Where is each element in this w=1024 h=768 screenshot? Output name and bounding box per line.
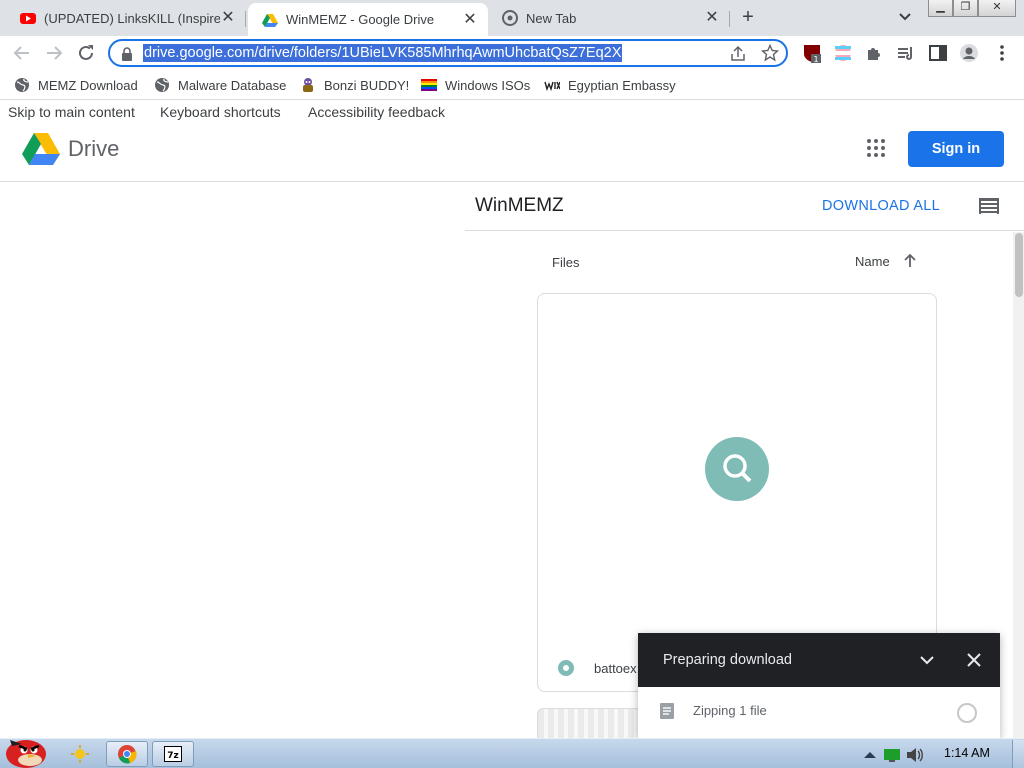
folder-title: WinMEMZ [475,195,564,216]
drive-header: Drive Sign in [0,124,1024,182]
wix-icon [544,81,560,92]
bookmark-label: MEMZ Download [38,77,138,93]
close-window-button[interactable]: ✕ [978,0,1016,17]
kebab-menu-icon[interactable] [992,43,1012,63]
url-text[interactable]: drive.google.com/drive/folders/1UBieLVK5… [143,44,623,62]
globe-icon [155,78,169,92]
skip-to-main-link[interactable]: Skip to main content [8,104,135,122]
star-icon[interactable] [761,44,779,62]
bookmark-memz-download[interactable]: MEMZ Download [14,76,138,94]
tab-youtube[interactable]: (UPDATED) LinksKILL (Inspired ✕ [6,3,246,33]
tab-close-button[interactable]: ✕ [220,10,236,26]
close-icon[interactable] [965,651,983,669]
tab-close-button[interactable]: ✕ [704,10,720,26]
globe-icon [15,78,29,92]
ublock-origin-icon[interactable]: 1 [802,43,822,63]
address-bar[interactable]: drive.google.com/drive/folders/1UBieLVK5… [108,39,788,67]
reload-icon[interactable] [74,41,98,65]
list-view-icon[interactable] [979,197,999,215]
tab-google-drive[interactable]: WinMEMZ - Google Drive ✕ [248,3,488,36]
taskbar-chrome-button[interactable] [106,741,148,767]
bookmark-label: Egyptian Embassy [568,77,676,93]
back-icon[interactable] [10,41,34,65]
scrollbar-thumb[interactable] [1015,233,1023,297]
ublock-badge: 1 [813,55,818,63]
bookmark-label: Malware Database [178,77,287,93]
tab-close-button[interactable]: ✕ [462,11,478,28]
file-preview-placeholder [705,437,769,501]
chrome-icon [118,745,137,764]
network-icon[interactable] [882,745,902,765]
forward-icon[interactable] [42,41,66,65]
youtube-icon [20,13,36,24]
maximize-button[interactable]: ❐ [953,0,978,17]
show-desktop-button[interactable] [1012,740,1024,768]
file-card-thumbnail[interactable] [537,708,641,738]
download-panel-header: Preparing download [638,633,1000,687]
share-icon[interactable] [729,45,747,63]
media-control-icon[interactable] [896,43,916,63]
google-drive-icon [262,13,278,27]
pride-extension-icon[interactable] [833,43,853,63]
new-tab-button[interactable]: + [737,7,759,29]
minimize-button[interactable]: ▁ [928,0,953,17]
chevron-down-icon[interactable] [896,8,914,26]
tab-title: (UPDATED) LinksKILL (Inspired [44,10,220,26]
chevron-down-icon[interactable] [918,651,936,669]
arrow-up-icon[interactable] [902,253,918,269]
rainbow-flag-icon [421,79,437,91]
profile-avatar-icon[interactable] [959,43,979,63]
taskbar-7zip-button[interactable]: 7z [152,741,194,767]
download-all-button[interactable]: DOWNLOAD ALL [822,198,940,214]
bookmark-label: Windows ISOs [445,77,531,93]
download-panel: Preparing download Zipping 1 file [638,633,1000,738]
browser-toolbar: drive.google.com/drive/folders/1UBieLVK5… [0,36,1024,70]
chrome-icon [502,10,518,26]
files-section-label: Files [552,255,580,270]
tray-expand-icon[interactable] [860,745,880,765]
sort-by-name-button[interactable]: Name [855,254,890,269]
page-scrollbar[interactable] [1013,232,1024,738]
taskbar-clock[interactable]: 1:14 AM [944,746,990,760]
bookmark-label: Bonzi BUDDY! [324,77,410,93]
document-icon [660,703,674,719]
keyboard-shortcuts-link[interactable]: Keyboard shortcuts [160,104,281,122]
google-apps-icon[interactable] [866,138,886,158]
bookmark-windows-isos[interactable]: Windows ISOs [421,76,530,94]
sun-notes-icon[interactable] [70,744,90,764]
bookmark-egyptian-embassy[interactable]: Egyptian Embassy [544,76,676,94]
file-name[interactable]: battoex [594,661,637,676]
start-button-angry-bird-icon[interactable] [2,730,50,768]
puzzle-extensions-icon[interactable] [864,43,884,63]
tab-title: New Tab [526,10,577,26]
side-panel-icon[interactable] [928,43,948,63]
tab-strip: (UPDATED) LinksKILL (Inspired ✕ WinMEMZ … [0,0,1024,36]
bonzi-icon [303,78,313,92]
folder-header: WinMEMZ DOWNLOAD ALL [465,183,1024,231]
tab-new-tab[interactable]: New Tab ✕ [488,3,730,33]
accessibility-feedback-link[interactable]: Accessibility feedback [308,104,445,122]
sign-in-button[interactable]: Sign in [908,131,1004,167]
google-drive-logo-icon[interactable] [22,132,60,166]
svg-text:7z: 7z [167,751,179,761]
7zip-icon: 7z [164,746,182,762]
magnifier-icon [723,454,752,483]
bookmark-malware-database[interactable]: Malware Database [154,76,286,94]
drive-logo-text[interactable]: Drive [68,136,119,162]
file-type-icon [558,660,574,676]
download-item-status: Zipping 1 file [693,703,767,718]
download-panel-title: Preparing download [663,652,792,668]
volume-icon[interactable] [905,745,925,765]
progress-spinner-icon [957,703,977,723]
lock-icon [122,47,132,61]
bookmarks-bar: MEMZ Download Malware Database Bonzi BUD… [0,70,1024,100]
bookmark-bonzi-buddy[interactable]: Bonzi BUDDY! [300,76,409,94]
tab-title: WinMEMZ - Google Drive [286,12,435,27]
